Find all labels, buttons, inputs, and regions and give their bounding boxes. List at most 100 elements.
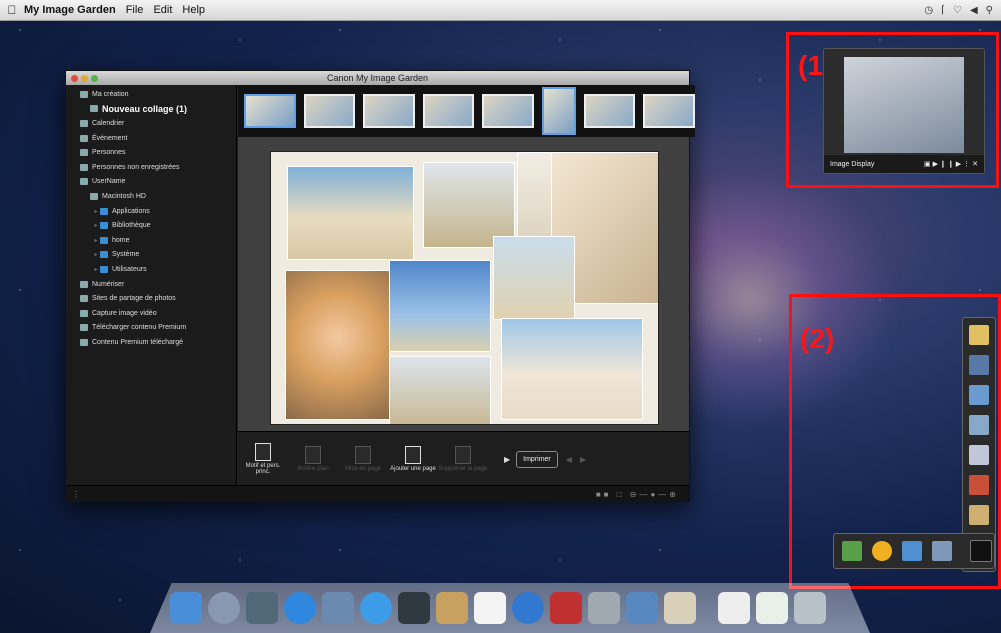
- sidebar-item[interactable]: Calendrier: [66, 116, 236, 131]
- sidebar-item[interactable]: ▸ home: [66, 233, 236, 248]
- app-store-icon[interactable]: [284, 592, 316, 624]
- scan-icon[interactable]: [969, 355, 989, 375]
- contacts-icon[interactable]: [436, 592, 468, 624]
- disclosure-triangle-icon[interactable]: ▸: [92, 208, 100, 215]
- mission-control-icon[interactable]: [246, 592, 278, 624]
- motif-button[interactable]: Motif et pers. princ.: [238, 443, 288, 475]
- image-display-controls-icon[interactable]: ▣▶❙❙▶⋮✕: [924, 160, 980, 168]
- thumbnail-strip: [238, 85, 696, 137]
- photo-city-beach[interactable]: [389, 260, 491, 352]
- facetime-icon[interactable]: [398, 592, 430, 624]
- sidebar-item[interactable]: Événement: [66, 131, 236, 146]
- menu-help[interactable]: Help: [182, 4, 205, 16]
- menu-app-name[interactable]: My Image Garden: [24, 4, 116, 16]
- safari-icon[interactable]: [360, 592, 392, 624]
- iphoto-icon[interactable]: [626, 592, 658, 624]
- finder-icon[interactable]: [170, 592, 202, 624]
- thumbnail[interactable]: [583, 94, 636, 128]
- itunes-icon[interactable]: [512, 592, 544, 624]
- trash-icon[interactable]: [794, 592, 826, 624]
- photo-jump[interactable]: [493, 236, 575, 320]
- disclosure-triangle-icon[interactable]: ▸: [92, 251, 100, 258]
- panel-toggle-icon[interactable]: [970, 540, 992, 562]
- folder-icon: [100, 251, 108, 259]
- photo-family-beach[interactable]: [501, 318, 643, 420]
- print-button[interactable]: Imprimer: [516, 450, 558, 468]
- apple-icon[interactable]: : [0, 3, 24, 17]
- sidebar-item[interactable]: Personnes: [66, 145, 236, 160]
- folder-icon: [100, 222, 108, 230]
- sidebar-item[interactable]: ▸ Bibliothèque: [66, 218, 236, 233]
- disclosure-triangle-icon[interactable]: ▸: [92, 222, 100, 229]
- sidebar-item-label: Personnes: [92, 149, 126, 157]
- expand-arrow-icon[interactable]: ▶: [504, 455, 510, 464]
- volume-icon[interactable]: ◀: [970, 5, 978, 16]
- sidebar-item[interactable]: Macintosh HD: [66, 189, 236, 204]
- spotlight-icon[interactable]: ⚲: [986, 5, 993, 16]
- system-preferences-icon[interactable]: [588, 592, 620, 624]
- help-icon[interactable]: [932, 541, 952, 561]
- folder-icon: [100, 265, 108, 273]
- thumbnail[interactable]: [482, 94, 535, 128]
- add-page-button[interactable]: Ajouter une page: [388, 446, 438, 472]
- photo-icon[interactable]: [969, 385, 989, 405]
- sidebar-item[interactable]: ▸ Utilisateurs: [66, 262, 236, 277]
- layout-button[interactable]: Mise en page: [338, 446, 388, 472]
- sidebar-item[interactable]: Personnes non enregistrées: [66, 160, 236, 175]
- document-icon[interactable]: [718, 592, 750, 624]
- collage-icon[interactable]: [969, 415, 989, 435]
- photo-couple[interactable]: [389, 356, 491, 424]
- menu-file[interactable]: File: [126, 4, 144, 16]
- thumbnail[interactable]: [303, 94, 356, 128]
- collage-page[interactable]: [270, 151, 659, 425]
- zoom-slider[interactable]: ■■ □ ⊖—●—⊕: [596, 490, 679, 499]
- premium-icon[interactable]: [969, 475, 989, 495]
- sidebar-item[interactable]: Contenu Premium téléchargé: [66, 335, 236, 350]
- sidebar-item[interactable]: Sites de partage de photos: [66, 291, 236, 306]
- sidebar-item[interactable]: ▸ Système: [66, 248, 236, 263]
- thumbnail[interactable]: [244, 94, 296, 128]
- sidebar-item-label: home: [112, 236, 130, 244]
- background-button[interactable]: Arrière-plan: [288, 446, 338, 472]
- sidebar-item[interactable]: Ma création: [66, 87, 236, 102]
- thumbnail[interactable]: [363, 94, 415, 128]
- wifi-signal-icon[interactable]: [872, 541, 892, 561]
- mail-icon[interactable]: [322, 592, 354, 624]
- sidebar-item-icon: [80, 134, 88, 142]
- image-display-widget[interactable]: Image Display ▣▶❙❙▶⋮✕: [823, 48, 985, 174]
- photo-girl[interactable]: [285, 270, 390, 420]
- bluetooth-icon[interactable]: ⌈: [941, 5, 945, 16]
- sidebar-item-label: Calendrier: [92, 119, 125, 127]
- menu-edit[interactable]: Edit: [153, 4, 172, 16]
- menu-icon[interactable]: [969, 325, 989, 345]
- sidebar-item[interactable]: Numériser: [66, 277, 236, 292]
- sidebar-item[interactable]: ▸ Applications: [66, 204, 236, 219]
- launchpad-icon[interactable]: [208, 592, 240, 624]
- photo-seal[interactable]: [287, 166, 414, 260]
- clock-icon[interactable]: ◷: [924, 5, 933, 16]
- photo-booth-icon[interactable]: [550, 592, 582, 624]
- next-page-icon[interactable]: ▶: [580, 455, 586, 464]
- image-icon[interactable]: [969, 505, 989, 525]
- sidebar-item-label: Applications: [112, 207, 150, 215]
- share-icon[interactable]: [902, 541, 922, 561]
- disclosure-triangle-icon[interactable]: ▸: [92, 266, 100, 273]
- disclosure-triangle-icon[interactable]: ▸: [92, 237, 100, 244]
- sidebar-item-icon: [80, 149, 88, 157]
- layout-icon[interactable]: [969, 445, 989, 465]
- delete-page-button[interactable]: Supprimer la page: [438, 446, 488, 472]
- calendar-icon[interactable]: [474, 592, 506, 624]
- download-stack-icon[interactable]: [756, 592, 788, 624]
- sidebar-item[interactable]: UserName: [66, 175, 236, 190]
- wifi-icon[interactable]: ♡: [953, 5, 962, 16]
- printer-icon[interactable]: [842, 541, 862, 561]
- thumbnail[interactable]: [643, 94, 696, 128]
- thumbnail[interactable]: [422, 94, 475, 128]
- sidebar-item[interactable]: Télécharger contenu Premium: [66, 321, 236, 336]
- sidebar-item[interactable]: Capture image vidéo: [66, 306, 236, 321]
- sidebar-item[interactable]: Nouveau collage (1): [66, 102, 236, 117]
- prev-page-icon[interactable]: ◀: [566, 455, 572, 464]
- info-icon[interactable]: ⋮: [72, 490, 80, 499]
- thumbnail[interactable]: [542, 87, 576, 135]
- my-image-garden-icon[interactable]: [664, 592, 696, 624]
